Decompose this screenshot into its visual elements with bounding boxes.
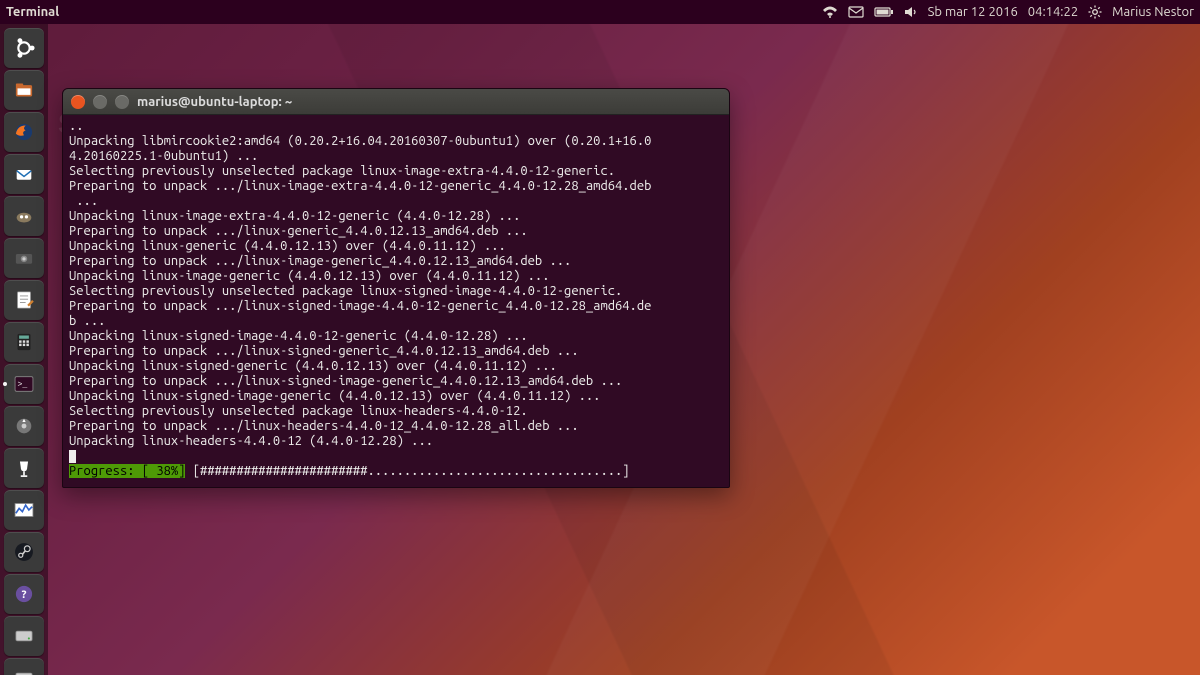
launcher-firefox[interactable] <box>2 112 46 152</box>
svg-text:?: ? <box>22 588 27 601</box>
launcher-files[interactable] <box>2 70 46 110</box>
launcher-screenshot[interactable] <box>2 238 46 278</box>
launcher-calculator[interactable] <box>2 322 46 362</box>
launcher-usb-creator[interactable] <box>2 406 46 446</box>
clock-time[interactable]: 04:14:22 <box>1028 5 1078 19</box>
settings-gear-icon[interactable] <box>1088 5 1102 19</box>
running-pip-icon <box>3 382 7 386</box>
unity-launcher: >_ ? <box>0 24 48 675</box>
launcher-help[interactable]: ? <box>2 574 46 614</box>
window-close-button[interactable] <box>71 95 85 109</box>
terminal-title: marius@ubuntu-laptop: ~ <box>137 95 292 109</box>
top-panel: Terminal Sb mar 12 2016 04:14:22 Marius … <box>0 0 1200 24</box>
launcher-dash[interactable] <box>2 28 46 68</box>
terminal-cursor <box>69 450 76 463</box>
launcher-disk-2[interactable] <box>2 658 46 675</box>
mail-icon[interactable] <box>848 6 864 18</box>
launcher-gimp[interactable] <box>2 196 46 236</box>
terminal-output: .. Unpacking libmircookie2:amd64 (0.20.2… <box>69 119 723 449</box>
launcher-system-monitor[interactable] <box>2 490 46 530</box>
launcher-thunderbird[interactable] <box>2 154 46 194</box>
progress-bar: [#######################................… <box>185 464 636 478</box>
launcher-steam[interactable] <box>2 532 46 572</box>
clock-date[interactable]: Sb mar 12 2016 <box>928 5 1018 19</box>
progress-label: Progress: [ 38%] <box>69 464 185 478</box>
window-minimize-button[interactable] <box>93 95 107 109</box>
battery-icon[interactable] <box>874 6 894 18</box>
terminal-window[interactable]: marius@ubuntu-laptop: ~ .. Unpacking lib… <box>62 88 730 488</box>
launcher-disk-1[interactable] <box>2 616 46 656</box>
terminal-titlebar[interactable]: marius@ubuntu-laptop: ~ <box>63 89 729 115</box>
session-user[interactable]: Marius Nestor <box>1112 5 1194 19</box>
svg-text:>_: >_ <box>18 380 28 389</box>
launcher-gedit[interactable] <box>2 280 46 320</box>
window-maximize-button[interactable] <box>115 95 129 109</box>
active-app-title: Terminal <box>6 5 59 19</box>
launcher-terminal[interactable]: >_ <box>2 364 46 404</box>
terminal-body[interactable]: .. Unpacking libmircookie2:amd64 (0.20.2… <box>63 115 729 487</box>
volume-icon[interactable] <box>904 6 918 18</box>
network-icon[interactable] <box>822 6 838 18</box>
launcher-wine[interactable] <box>2 448 46 488</box>
